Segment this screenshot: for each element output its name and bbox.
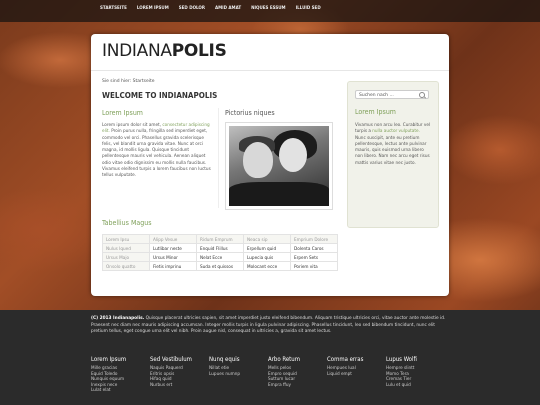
table-cell: Nelat Ecce (196, 252, 244, 262)
main-content-card: INDIANAPOLIS Sie sind hier: Startseite W… (91, 34, 449, 296)
column-1-title: Lorem Ipsum (102, 109, 143, 117)
photo-man-face (243, 142, 273, 178)
nav-item-sed-dolor[interactable]: SED DOLOR (174, 0, 210, 17)
footer-column: Sed Vestibulum Naquis Paquerd Eritris op… (150, 356, 209, 393)
footer-column: Nunq equis Nillat etie Lupues numnp (209, 356, 268, 393)
table-cell: Lupecia quis (243, 252, 291, 262)
copyright-bold: (C) 2013 Indianapolis. (91, 316, 145, 321)
table-cell: Molocant ecce (243, 261, 291, 271)
table-cell: Lutlibar neste (149, 243, 197, 253)
copyright-text: Quisque placerat ultricies sapien, sit a… (91, 316, 446, 334)
footer-column-title: Lorem Ipsum (91, 356, 127, 363)
footer: (C) 2013 Indianapolis. Quisque placerat … (0, 310, 540, 405)
footer-column: Lupus Wolfi Hempre slintt Momo Tera Crem… (386, 356, 445, 393)
table-header-row: Lorem Ipsu Alipp Vesue Ridum Emprum Neac… (102, 234, 338, 244)
footer-column: Comma erras Hempues lual Liquid empt (327, 356, 386, 393)
logo-part-1: INDIANA (102, 41, 172, 61)
table-cell: Onsolo quatto (102, 261, 150, 271)
sidebar-text-b: Nunc suscipit, ante eu pretium pellentes… (355, 134, 430, 165)
column-2-title: Pictorius niques (225, 109, 275, 117)
photo-woman-face (279, 138, 307, 172)
nav-item-startseite[interactable]: STARTSEITE (95, 0, 132, 17)
page-title: WELCOME TO INDIANAPOLIS (102, 91, 218, 100)
table-cell: Nulus Iqued (102, 243, 150, 253)
sidebar-link[interactable]: nulla auctor vulputate. (372, 128, 420, 133)
footer-link[interactable]: Lulu et quid (386, 382, 445, 388)
footer-column: Arbo Retum Mells pelos Empro sequid Sutt… (268, 356, 327, 393)
footer-column-title: Nunq equis (209, 356, 240, 363)
table-cell: Suda et quissos (196, 261, 244, 271)
breadcrumb: Sie sind hier: Startseite (102, 79, 155, 84)
sidebar-text: Vivamus non arcu leo. Curabitur vel turp… (355, 122, 431, 166)
footer-link[interactable]: Lulat elat (91, 387, 150, 393)
table-row: Onsolo quatto Fietis imprinu Suda et qui… (102, 261, 338, 271)
table-cell: Dolenta Caros (290, 243, 338, 253)
table-header-cell: Neaca sip (243, 234, 291, 244)
nav-item-amid-amat[interactable]: AMID AMAT (210, 0, 246, 17)
footer-link[interactable]: Liquid empt (327, 371, 386, 377)
sidebar: Suchen nach ... Lorem Ipsum Vivamus non … (347, 81, 439, 228)
table-cell: Ursus Minor (149, 252, 197, 262)
footer-copyright: (C) 2013 Indianapolis. Quisque placerat … (91, 316, 449, 336)
table-row: Ursus Majo Ursus Minor Nelat Ecce Lupeci… (102, 252, 338, 262)
footer-link[interactable]: Nurbus ert (150, 382, 209, 388)
nav-item-lorem-ipsum[interactable]: LOREM IPSUM (132, 0, 174, 17)
footer-columns: Lorem Ipsum Mille gracias Equid Toledo N… (91, 356, 445, 393)
table-cell: Erpem Sets (290, 252, 338, 262)
search-icon[interactable] (419, 92, 425, 98)
table-cell: Poriem vita (290, 261, 338, 271)
nav-list: STARTSEITE LOREM IPSUM SED DOLOR AMID AM… (0, 0, 540, 17)
sidebar-title: Lorem Ipsum (355, 108, 396, 116)
table-cell: Ursus Majo (102, 252, 150, 262)
header-divider (91, 70, 449, 71)
column-1-text-a: Lorem ipsum dolor sit amet, (102, 122, 163, 127)
table-cell: Fietis imprinu (149, 261, 197, 271)
table-header-cell: Ridum Emprum (196, 234, 244, 244)
table-header-cell: Alipp Vesue (149, 234, 197, 244)
column-1-text-b: Proin purus nulla, fringilla sed imperdi… (102, 128, 211, 178)
logo-part-2: POLIS (171, 41, 227, 61)
footer-column-title: Comma erras (327, 356, 364, 363)
couple-photo-image (229, 126, 329, 206)
photo-clothing (229, 182, 329, 206)
column-divider (218, 108, 219, 208)
table-header-cell: Lorem Ipsu (102, 234, 150, 244)
site-logo[interactable]: INDIANAPOLIS (102, 41, 227, 61)
table-cell: Erpellum quid (243, 243, 291, 253)
data-table: Lorem Ipsu Alipp Vesue Ridum Emprum Neac… (102, 234, 338, 271)
column-1-text: Lorem ipsum dolor sit amet, consectetur … (102, 122, 214, 179)
vintage-photo (225, 122, 333, 210)
footer-link[interactable]: Lupues numnp (209, 371, 268, 377)
table-cell: Enquid Flillus (196, 243, 244, 253)
nav-item-illuid-sed[interactable]: ILLUID SED (291, 0, 326, 17)
nav-item-niques-essum[interactable]: NIQUES ESSUM (246, 0, 290, 17)
table-title: Tabellius Magus (102, 219, 152, 227)
search-input[interactable]: Suchen nach ... (355, 90, 429, 99)
footer-column-title: Lupus Wolfi (386, 356, 417, 363)
table-row: Nulus Iqued Lutlibar neste Enquid Flillu… (102, 243, 338, 253)
footer-column-title: Sed Vestibulum (150, 356, 192, 363)
table-header-cell: Emprium Dolore (290, 234, 338, 244)
footer-link[interactable]: Empra ffuy (268, 382, 327, 388)
footer-column: Lorem Ipsum Mille gracias Equid Toledo N… (91, 356, 150, 393)
footer-column-title: Arbo Retum (268, 356, 300, 363)
search-placeholder: Suchen nach ... (359, 93, 394, 98)
top-navigation: STARTSEITE LOREM IPSUM SED DOLOR AMID AM… (0, 0, 540, 22)
